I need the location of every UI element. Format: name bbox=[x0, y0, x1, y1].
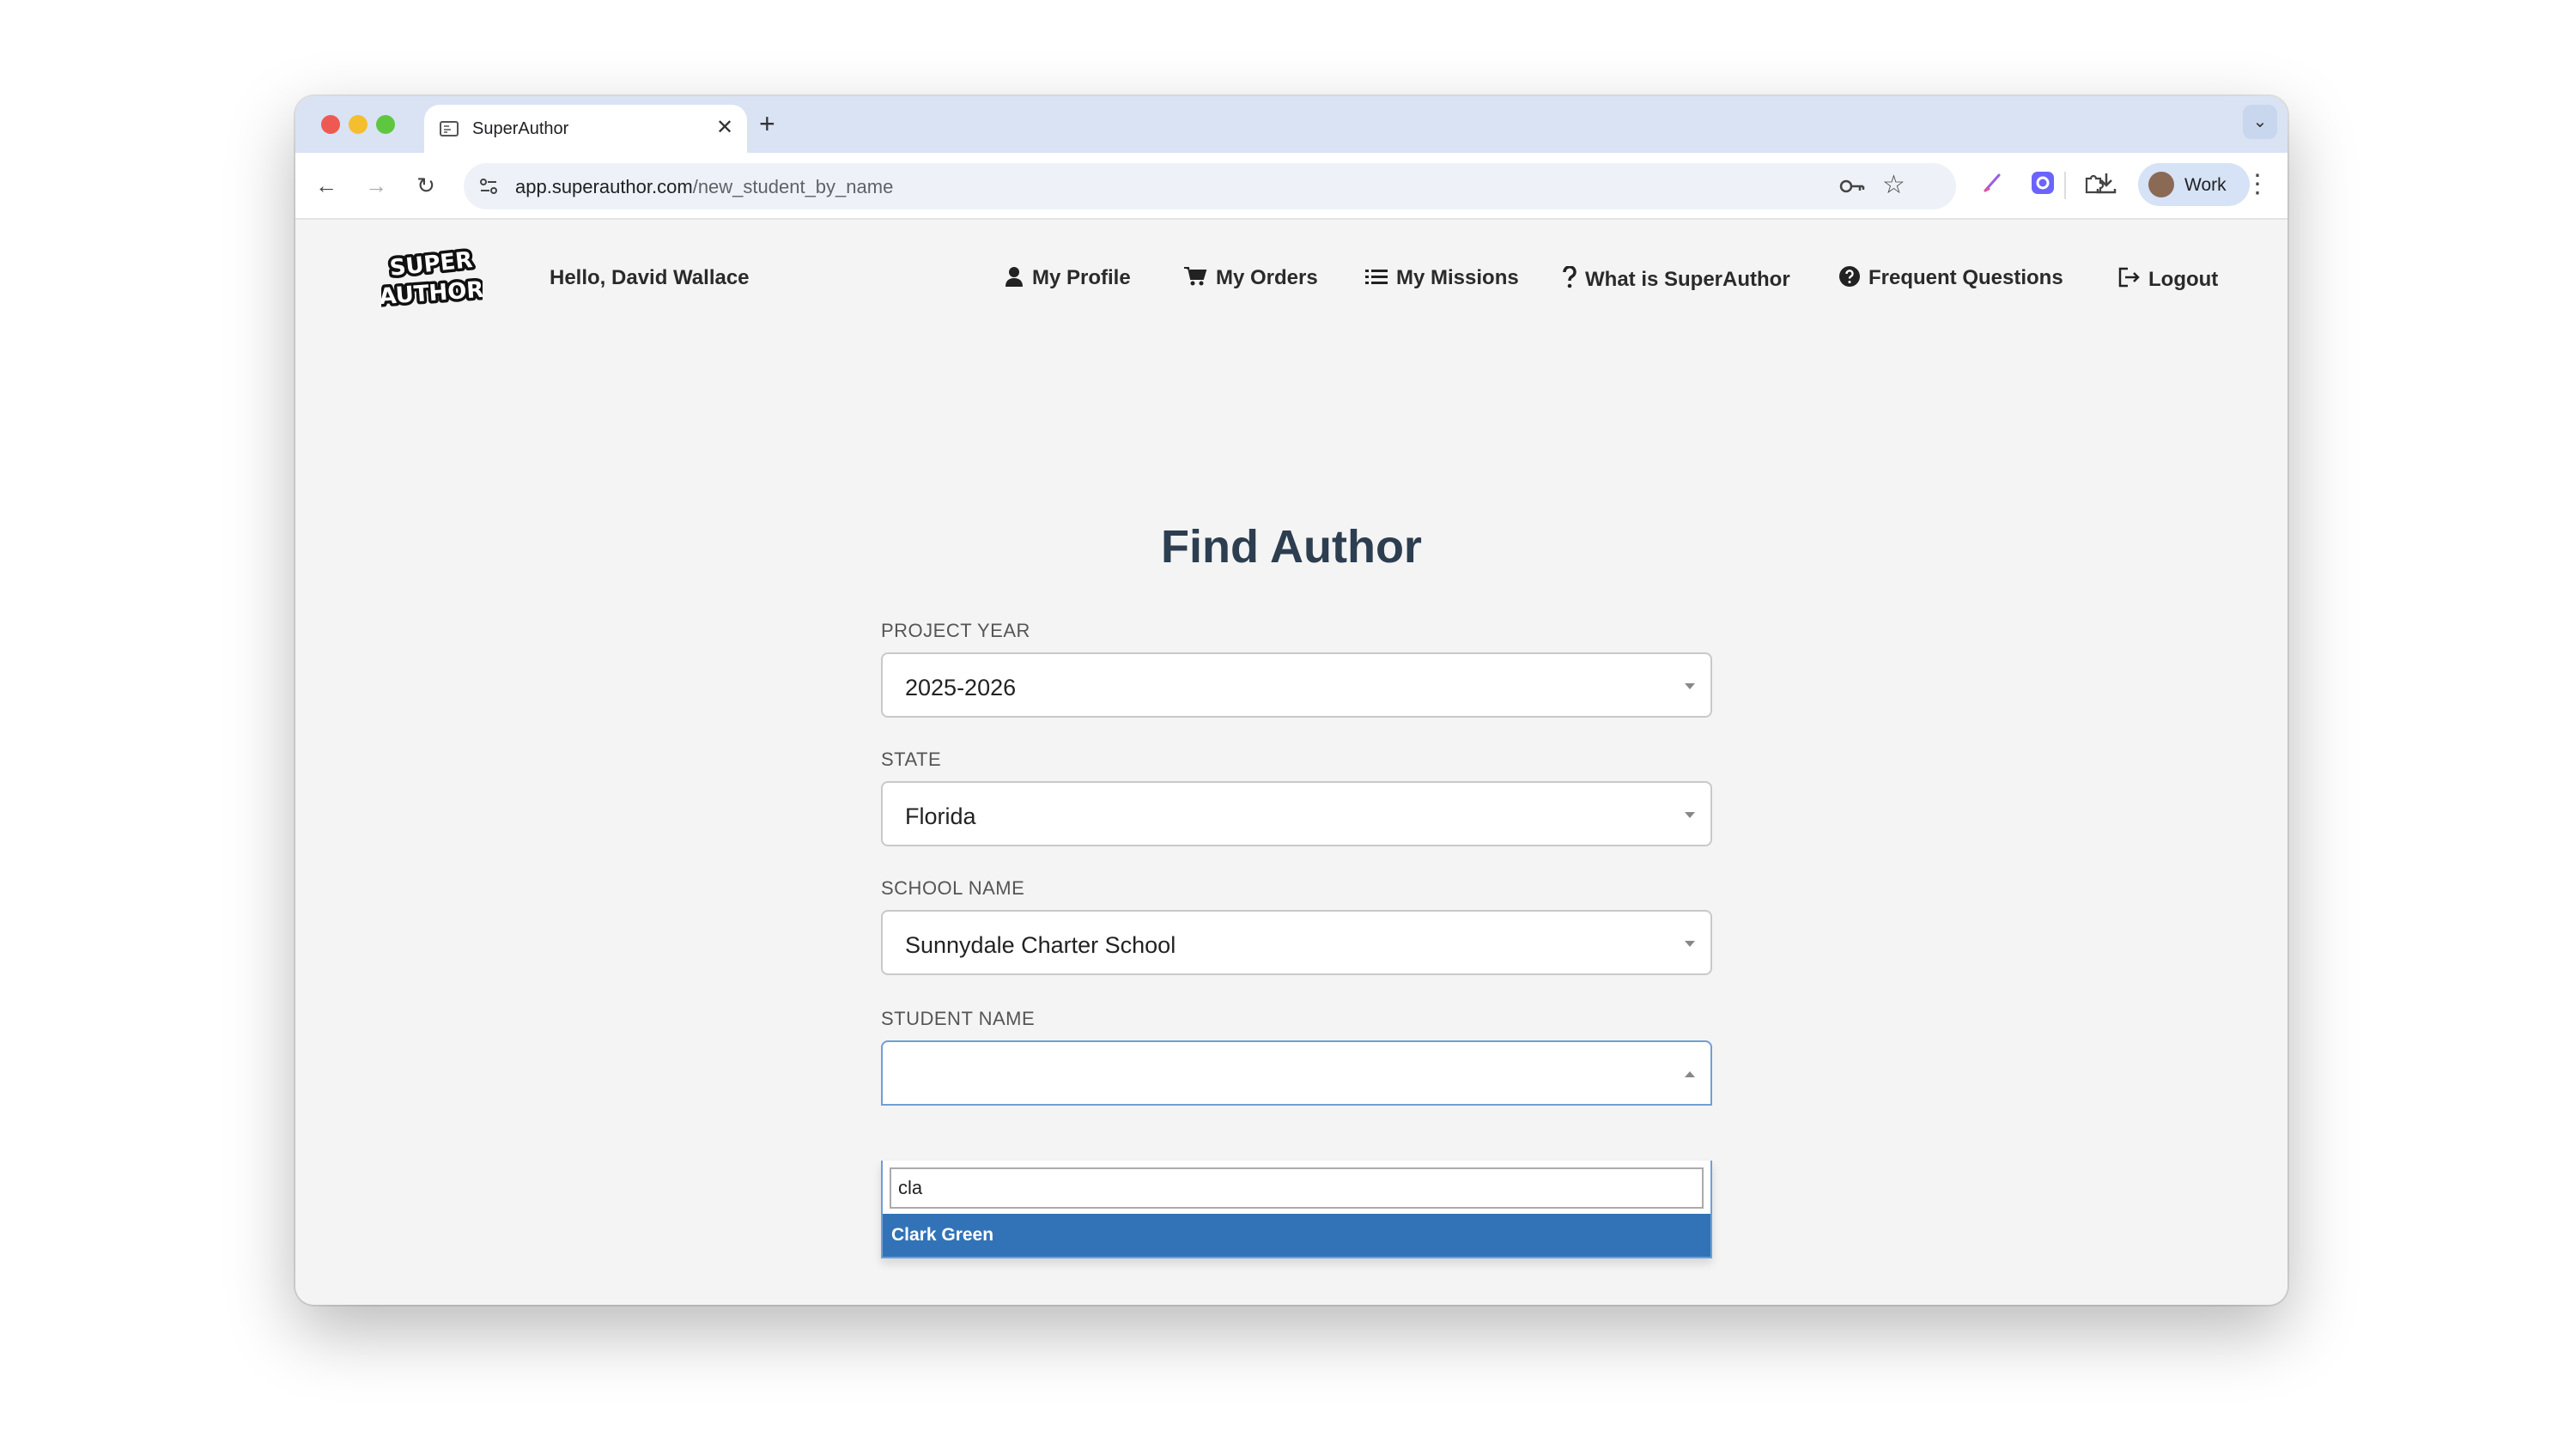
question-icon bbox=[1563, 265, 1577, 288]
state-label: STATE bbox=[881, 749, 942, 770]
new-tab-icon[interactable]: + bbox=[759, 108, 775, 139]
project-year-label: PROJECT YEAR bbox=[881, 620, 1030, 641]
browser-menu-icon[interactable]: ⋮ bbox=[2245, 170, 2270, 199]
chevron-down-icon bbox=[1685, 941, 1695, 947]
question-circle-icon bbox=[1839, 266, 1860, 287]
tab-search-icon[interactable]: ⌄ bbox=[2243, 105, 2277, 139]
tab-strip: SuperAuthor ✕ + ⌄ bbox=[295, 96, 2287, 153]
close-tab-icon[interactable]: ✕ bbox=[716, 115, 733, 141]
greeting: Hello, David Wallace bbox=[550, 266, 750, 289]
nav-label: What is SuperAuthor bbox=[1585, 268, 1790, 291]
cart-icon bbox=[1184, 267, 1207, 286]
forward-icon[interactable]: → bbox=[362, 172, 390, 199]
chevron-down-icon bbox=[1685, 683, 1695, 689]
address-bar[interactable]: app.superauthor.com/new_student_by_name … bbox=[464, 163, 1956, 209]
nav-logout[interactable]: Logout bbox=[2117, 266, 2218, 292]
minimize-window-button[interactable] bbox=[349, 115, 368, 134]
site-settings-icon[interactable] bbox=[477, 175, 500, 197]
nav-label: My Profile bbox=[1032, 266, 1131, 289]
bookmark-star-icon[interactable]: ☆ bbox=[1882, 170, 1905, 201]
browser-window: SuperAuthor ✕ + ⌄ ← → ↻ app.superauthor.… bbox=[295, 96, 2287, 1305]
nav-what-is-superauthor[interactable]: What is SuperAuthor bbox=[1563, 265, 1790, 292]
student-name-dropdown: Clark Green bbox=[881, 1161, 1712, 1258]
svg-text:AUTHOR: AUTHOR bbox=[381, 277, 483, 307]
tab-title: SuperAuthor bbox=[472, 119, 569, 138]
extension-app-icon[interactable] bbox=[2030, 170, 2056, 196]
superauthor-logo[interactable]: SUPER SUPER AUTHOR AUTHOR bbox=[381, 246, 483, 307]
profile-label: Work bbox=[2184, 175, 2227, 195]
student-search-input[interactable] bbox=[890, 1167, 1704, 1209]
state-value: Florida bbox=[905, 803, 976, 829]
back-icon[interactable]: ← bbox=[313, 172, 340, 199]
nav-label: My Missions bbox=[1396, 266, 1519, 289]
url-host: app.superauthor.com bbox=[515, 176, 693, 197]
page-title: Find Author bbox=[1161, 521, 1422, 573]
chevron-up-icon bbox=[1685, 1071, 1695, 1077]
toolbar-divider bbox=[2064, 172, 2066, 199]
chevron-down-icon bbox=[1685, 812, 1695, 818]
avatar bbox=[2148, 172, 2174, 197]
student-name-select[interactable] bbox=[881, 1040, 1712, 1106]
browser-tab[interactable]: SuperAuthor ✕ bbox=[424, 105, 747, 153]
student-option[interactable]: Clark Green bbox=[883, 1214, 1710, 1257]
student-name-label: STUDENT NAME bbox=[881, 1008, 1036, 1029]
state-select[interactable]: Florida bbox=[881, 781, 1712, 846]
project-year-select[interactable]: 2025-2026 bbox=[881, 652, 1712, 718]
school-name-label: SCHOOL NAME bbox=[881, 877, 1025, 899]
nav-label: Logout bbox=[2148, 268, 2219, 291]
list-icon bbox=[1365, 270, 1388, 284]
favicon-icon bbox=[440, 121, 459, 136]
svg-text:SUPER: SUPER bbox=[389, 247, 474, 282]
password-key-icon[interactable] bbox=[1838, 173, 1867, 199]
project-year-value: 2025-2026 bbox=[905, 675, 1017, 700]
page-content: SUPER SUPER AUTHOR AUTHOR Hello, David W… bbox=[295, 220, 2287, 1305]
nav-my-missions[interactable]: My Missions bbox=[1365, 266, 1519, 290]
browser-toolbar: ← → ↻ app.superauthor.com/new_student_by… bbox=[295, 153, 2287, 220]
nav-my-profile[interactable]: My Profile bbox=[1005, 266, 1131, 290]
nav-my-orders[interactable]: My Orders bbox=[1183, 266, 1318, 290]
url-path: /new_student_by_name bbox=[692, 176, 894, 197]
profile-button[interactable]: Work bbox=[2138, 163, 2250, 206]
user-icon bbox=[1005, 267, 1023, 287]
downloads-icon[interactable] bbox=[2093, 170, 2119, 196]
close-window-button[interactable] bbox=[321, 115, 340, 134]
nav-label: Frequent Questions bbox=[1868, 266, 2063, 289]
url-text: app.superauthor.com/new_student_by_name bbox=[515, 176, 893, 198]
logout-icon bbox=[2118, 267, 2140, 288]
nav-label: My Orders bbox=[1216, 266, 1318, 289]
school-name-select[interactable]: Sunnydale Charter School bbox=[881, 910, 1712, 975]
school-name-value: Sunnydale Charter School bbox=[905, 932, 1176, 958]
pen-extension-icon[interactable] bbox=[1980, 170, 2006, 196]
nav-frequent-questions[interactable]: Frequent Questions bbox=[1839, 266, 2063, 290]
reload-icon[interactable]: ↻ bbox=[412, 172, 440, 199]
maximize-window-button[interactable] bbox=[376, 115, 395, 134]
